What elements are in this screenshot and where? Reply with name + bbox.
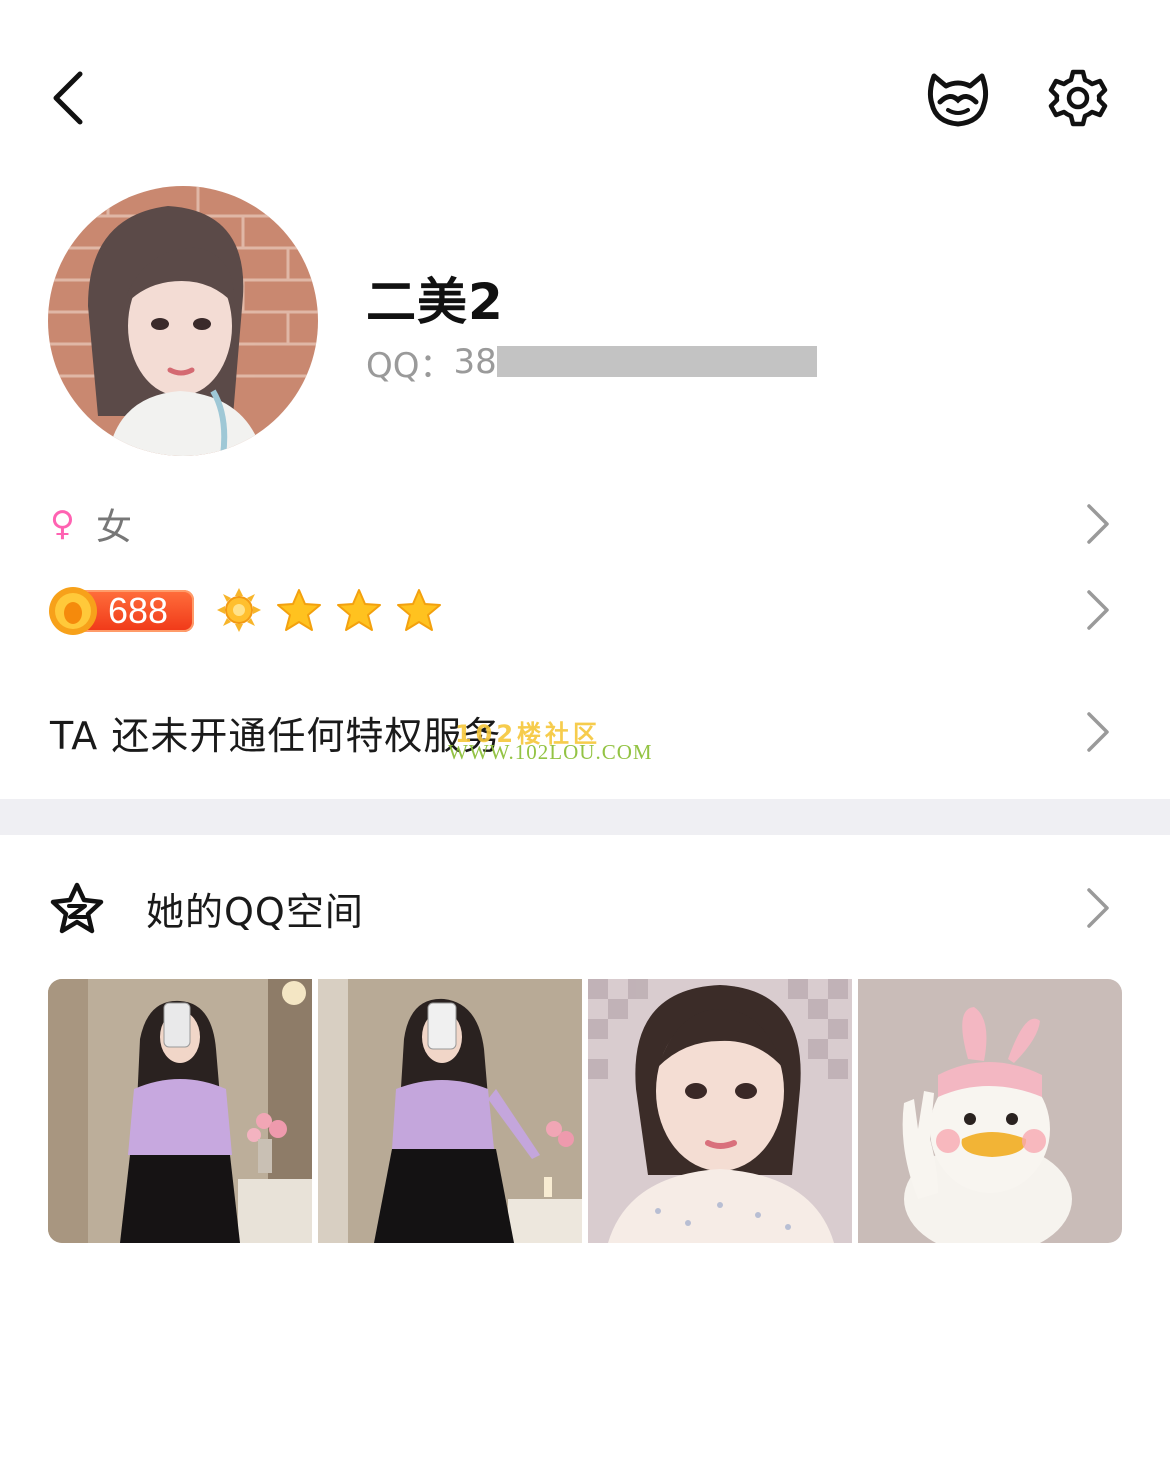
photo-thumbnail[interactable] bbox=[858, 979, 1122, 1243]
gender-label: 女 bbox=[96, 507, 133, 548]
star-icon bbox=[277, 589, 321, 631]
star-icon bbox=[337, 589, 381, 631]
coin-icon bbox=[49, 587, 97, 635]
level-icons bbox=[216, 587, 442, 633]
level-value: 688 bbox=[108, 590, 169, 631]
star-icon bbox=[397, 589, 441, 631]
qq-number: QQ： 38 bbox=[366, 338, 497, 386]
section-divider bbox=[0, 799, 1170, 835]
mask-icon bbox=[927, 73, 989, 127]
qq-label: QQ： bbox=[366, 345, 454, 386]
back-button[interactable] bbox=[44, 62, 104, 132]
chevron-left-icon bbox=[53, 71, 83, 125]
privilege-row[interactable]: TA 还未开通任何特权服务 bbox=[0, 690, 1170, 774]
photo-thumbnail[interactable] bbox=[48, 979, 312, 1243]
female-icon: ♀ bbox=[50, 504, 75, 544]
qzone-label: 她的QQ空间 bbox=[146, 889, 364, 934]
chevron-right-icon bbox=[1082, 587, 1112, 633]
level-badge: 688 bbox=[48, 586, 194, 635]
chevron-right-icon bbox=[1082, 709, 1112, 755]
chevron-right-icon bbox=[1082, 885, 1112, 931]
qq-digits: 38 bbox=[453, 342, 497, 382]
qzone-row[interactable]: 她的QQ空间 bbox=[0, 872, 1170, 944]
settings-button[interactable] bbox=[1046, 66, 1110, 130]
gear-icon bbox=[1048, 69, 1108, 127]
gender-row[interactable]: ♀ 女 bbox=[0, 490, 1170, 558]
qzone-photos bbox=[48, 979, 1122, 1243]
photo-thumbnail[interactable] bbox=[588, 979, 852, 1243]
photo-thumbnail[interactable] bbox=[318, 979, 582, 1243]
chevron-right-icon bbox=[1082, 501, 1112, 547]
level-row[interactable]: 688 bbox=[0, 576, 1170, 644]
profile-page: 二美2 QQ： 38 ♀ 女 688 TA 还未开通任何特权服务 102楼社区 … bbox=[0, 0, 1170, 1480]
nickname: 二美2 bbox=[366, 273, 504, 331]
privilege-text: TA 还未开通任何特权服务 bbox=[50, 713, 502, 758]
qzone-star-icon bbox=[50, 882, 104, 934]
qq-redaction bbox=[497, 346, 817, 377]
sun-icon bbox=[217, 588, 261, 632]
avatar[interactable] bbox=[48, 186, 318, 456]
mask-button[interactable] bbox=[922, 66, 994, 130]
